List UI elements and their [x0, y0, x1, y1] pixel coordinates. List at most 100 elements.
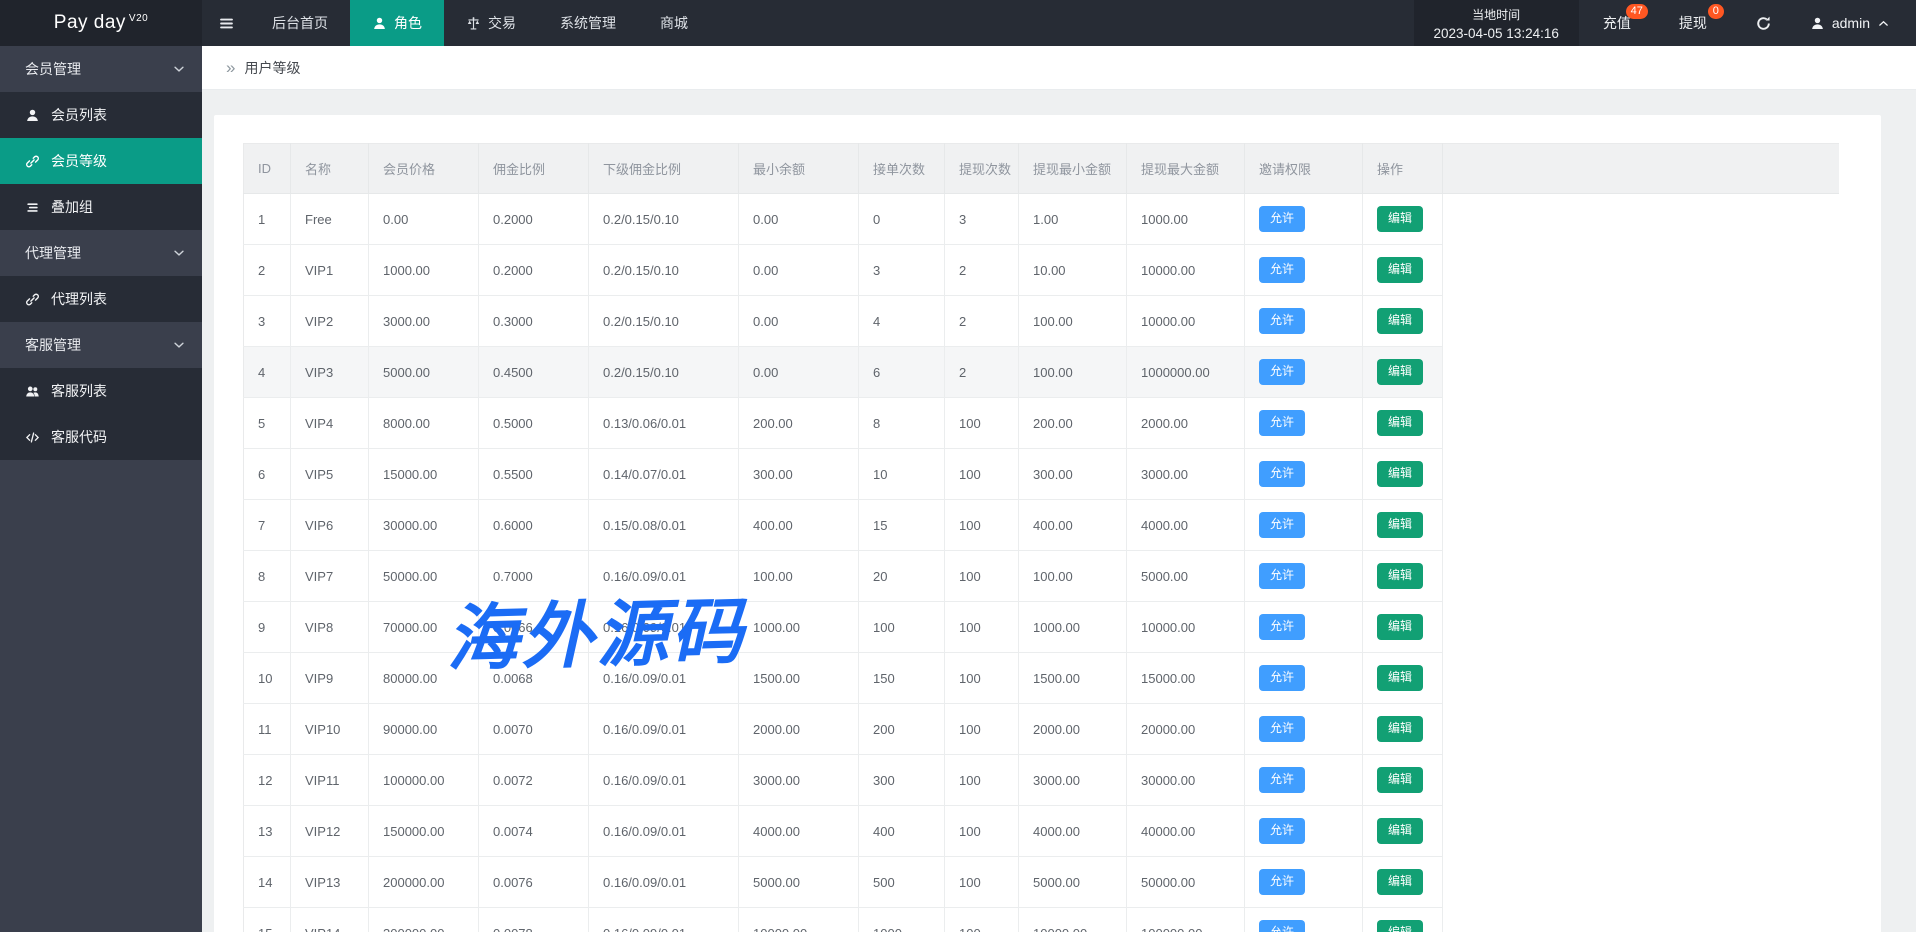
sidebar-item-agent-management[interactable]: 代理管理 [0, 230, 202, 276]
sidebar-item-agent-list[interactable]: 代理列表 [0, 276, 202, 322]
local-time-block: 当地时间 2023-04-05 13:24:16 [1414, 0, 1579, 46]
allow-button[interactable]: 允许 [1259, 665, 1305, 690]
allow-button[interactable]: 允许 [1259, 410, 1305, 435]
edit-button[interactable]: 编辑 [1377, 920, 1423, 932]
refresh-button[interactable] [1731, 0, 1796, 46]
sidebar-item-service-list[interactable]: 客服列表 [0, 368, 202, 414]
invite-permission-cell: 允许 [1245, 653, 1363, 704]
table-cell: 2 [945, 245, 1019, 296]
allow-button[interactable]: 允许 [1259, 563, 1305, 588]
edit-button[interactable]: 编辑 [1377, 614, 1423, 639]
sidebar-toggle-button[interactable] [202, 0, 250, 46]
table-cell: 15 [244, 908, 291, 932]
local-time-label: 当地时间 [1472, 6, 1520, 23]
allow-button[interactable]: 允许 [1259, 359, 1305, 384]
edit-button[interactable]: 编辑 [1377, 359, 1423, 384]
sidebar-item-member-level[interactable]: 会员等级 [0, 138, 202, 184]
table-row: 10VIP980000.000.00680.16/0.09/0.011500.0… [244, 653, 1839, 704]
edit-button[interactable]: 编辑 [1377, 257, 1423, 282]
table-cell: 150000.00 [369, 806, 479, 857]
app-logo[interactable]: Pay dayV20 [0, 0, 202, 46]
withdraw-badge: 0 [1708, 4, 1724, 19]
sidebar-item-overlay-group[interactable]: 叠加组 [0, 184, 202, 230]
refresh-icon [1755, 15, 1772, 32]
edit-button[interactable]: 编辑 [1377, 767, 1423, 792]
table-cell: 100 [945, 857, 1019, 908]
nav-tab-mall[interactable]: 商城 [638, 0, 710, 46]
invite-permission-cell: 允许 [1245, 602, 1363, 653]
content-background: ID名称会员价格佣金比例下级佣金比例最小余额接单次数提现次数提现最小金额提现最大… [202, 90, 1916, 932]
table-cell: 100 [945, 755, 1019, 806]
table-cell: 100 [945, 551, 1019, 602]
sidebar-item-service-code[interactable]: 客服代码 [0, 414, 202, 460]
table-row: 8VIP750000.000.70000.16/0.09/0.01100.002… [244, 551, 1839, 602]
sidebar-item-member-list[interactable]: 会员列表 [0, 92, 202, 138]
action-cell: 编辑 [1363, 194, 1443, 245]
table-row: 9VIP870000.000.00660.16/0.09/0.011000.00… [244, 602, 1839, 653]
table-cell: 9 [244, 602, 291, 653]
table-cell: 0.16/0.09/0.01 [589, 755, 739, 806]
allow-button[interactable]: 允许 [1259, 461, 1305, 486]
allow-button[interactable]: 允许 [1259, 512, 1305, 537]
nav-tab-roles[interactable]: 角色 [350, 0, 444, 46]
table-cell: 10000.00 [739, 908, 859, 932]
table-cell: 3 [244, 296, 291, 347]
table-cell: 100000.00 [1127, 908, 1245, 932]
table-cell: 0.00 [739, 296, 859, 347]
table-cell: 0.16/0.09/0.01 [589, 908, 739, 932]
edit-button[interactable]: 编辑 [1377, 563, 1423, 588]
action-cell: 编辑 [1363, 296, 1443, 347]
table-cell: 3000.00 [1019, 755, 1127, 806]
table-cell-empty [1443, 806, 1839, 857]
sidebar-item-member-management[interactable]: 会员管理 [0, 46, 202, 92]
edit-button[interactable]: 编辑 [1377, 308, 1423, 333]
column-header: 最小余额 [739, 144, 859, 194]
table-cell: 1 [244, 194, 291, 245]
nav-tab-system[interactable]: 系统管理 [538, 0, 638, 46]
allow-button[interactable]: 允许 [1259, 257, 1305, 282]
table-cell: 90000.00 [369, 704, 479, 755]
edit-button[interactable]: 编辑 [1377, 410, 1423, 435]
action-cell: 编辑 [1363, 602, 1443, 653]
sidebar-item-label: 代理管理 [25, 243, 81, 263]
table-cell: VIP14 [291, 908, 369, 932]
edit-button[interactable]: 编辑 [1377, 206, 1423, 231]
table-row: 15VIP14300000.000.00780.16/0.09/0.011000… [244, 908, 1839, 932]
allow-button[interactable]: 允许 [1259, 206, 1305, 231]
sidebar-item-label: 会员等级 [51, 151, 107, 171]
code-icon [25, 430, 40, 445]
allow-button[interactable]: 允许 [1259, 920, 1305, 932]
edit-button[interactable]: 编辑 [1377, 461, 1423, 486]
table-row: 11VIP1090000.000.00700.16/0.09/0.012000.… [244, 704, 1839, 755]
edit-button[interactable]: 编辑 [1377, 869, 1423, 894]
table-row: 13VIP12150000.000.00740.16/0.09/0.014000… [244, 806, 1839, 857]
table-row: 2VIP11000.000.20000.2/0.15/0.100.003210.… [244, 245, 1839, 296]
table-cell: 0.16/0.09/0.01 [589, 704, 739, 755]
withdraw-button[interactable]: 提现 0 [1655, 0, 1731, 46]
table-cell-empty [1443, 551, 1839, 602]
action-cell: 编辑 [1363, 806, 1443, 857]
user-menu[interactable]: admin [1796, 0, 1916, 46]
nav-tab-trade[interactable]: 交易 [444, 0, 538, 46]
table-row: 5VIP48000.000.50000.13/0.06/0.01200.0081… [244, 398, 1839, 449]
edit-button[interactable]: 编辑 [1377, 512, 1423, 537]
allow-button[interactable]: 允许 [1259, 818, 1305, 843]
table-cell: 4 [859, 296, 945, 347]
allow-button[interactable]: 允许 [1259, 767, 1305, 792]
action-cell: 编辑 [1363, 653, 1443, 704]
edit-button[interactable]: 编辑 [1377, 665, 1423, 690]
table-cell: 5000.00 [1127, 551, 1245, 602]
allow-button[interactable]: 允许 [1259, 614, 1305, 639]
nav-tab-home[interactable]: 后台首页 [250, 0, 350, 46]
table-cell: 150 [859, 653, 945, 704]
edit-button[interactable]: 编辑 [1377, 818, 1423, 843]
sidebar-item-service-management[interactable]: 客服管理 [0, 322, 202, 368]
edit-button[interactable]: 编辑 [1377, 716, 1423, 741]
table-cell: 0.6000 [479, 500, 589, 551]
allow-button[interactable]: 允许 [1259, 716, 1305, 741]
action-cell: 编辑 [1363, 245, 1443, 296]
allow-button[interactable]: 允许 [1259, 869, 1305, 894]
table-cell: 100 [945, 449, 1019, 500]
recharge-button[interactable]: 充值 47 [1579, 0, 1655, 46]
allow-button[interactable]: 允许 [1259, 308, 1305, 333]
